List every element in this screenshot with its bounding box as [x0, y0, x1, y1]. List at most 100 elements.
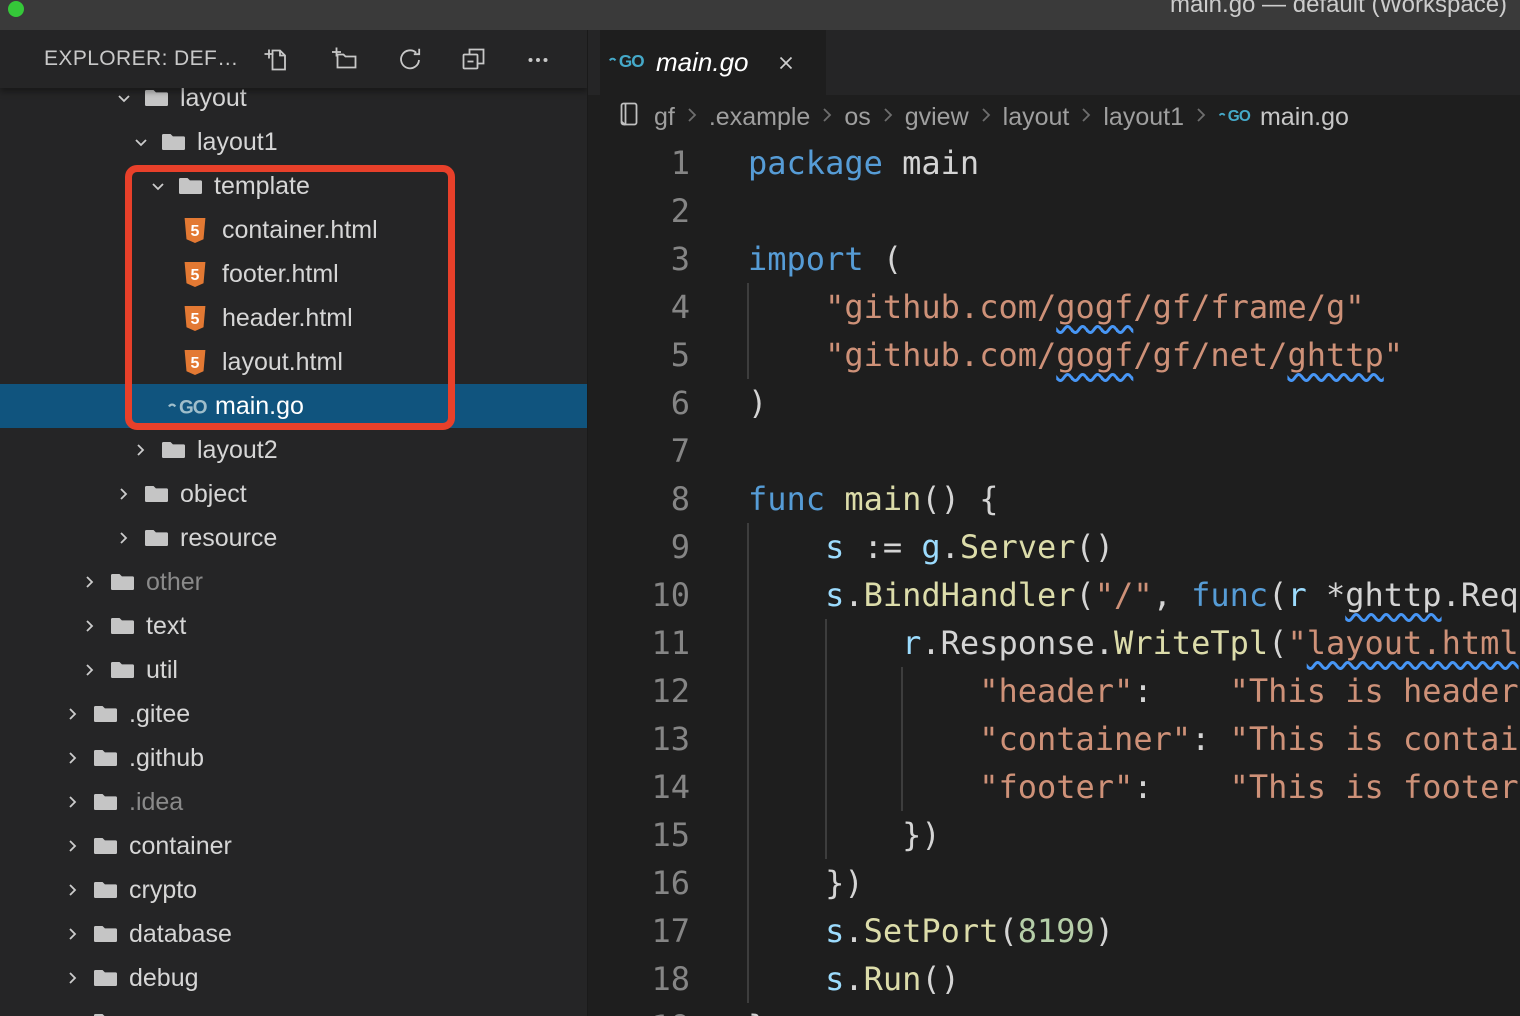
line-number[interactable]: 12 [588, 667, 690, 715]
chevron-right-icon[interactable] [63, 968, 83, 988]
code-line: 8func main() { [588, 475, 1520, 523]
line-number[interactable]: 17 [588, 907, 690, 955]
tree-item-partial[interactable] [0, 1000, 588, 1016]
code-line: 13 "container": "This is container", [588, 715, 1520, 763]
tree-item-.idea[interactable]: .idea [0, 780, 588, 824]
window-control-green[interactable] [8, 1, 24, 17]
line-number[interactable]: 14 [588, 763, 690, 811]
tree-item-container[interactable]: container [0, 824, 588, 868]
tree-item-database[interactable]: database [0, 912, 588, 956]
folder-icon [144, 88, 168, 108]
code-line-text: s.BindHandler("/", func(r *ghttp.Request… [748, 571, 1520, 619]
tree-item-crypto[interactable]: crypto [0, 868, 588, 912]
line-number[interactable]: 19 [588, 1003, 690, 1016]
code-line: 19} [588, 1003, 1520, 1016]
tree-item-label: .github [129, 744, 204, 773]
new-folder-icon[interactable] [330, 45, 358, 73]
breadcrumb-file-icon [618, 101, 640, 133]
chevron-right-icon[interactable] [63, 836, 83, 856]
chevron-right-icon[interactable] [80, 660, 100, 680]
tree-item-text[interactable]: text [0, 604, 588, 648]
line-number[interactable]: 1 [588, 139, 690, 187]
breadcrumb-item-main.go[interactable]: main.go [1260, 103, 1349, 132]
breadcrumb-item-.example[interactable]: .example [709, 103, 810, 132]
tree-item-layout1[interactable]: layout1 [0, 120, 588, 164]
folder-icon [110, 616, 134, 636]
tree-item-label: util [146, 656, 178, 685]
new-file-icon[interactable] [262, 45, 290, 73]
chevron-right-icon[interactable] [131, 440, 151, 460]
chevron-right-icon[interactable] [63, 792, 83, 812]
chevron-right-icon[interactable] [63, 748, 83, 768]
tree-item-debug[interactable]: debug [0, 956, 588, 1000]
chevron-down-icon[interactable] [114, 88, 134, 108]
breadcrumb-item-gf[interactable]: gf [654, 103, 675, 132]
tree-item-object[interactable]: object [0, 472, 588, 516]
tree-item-label: text [146, 612, 186, 641]
explorer-sidebar: layoutlayout1template5container.html5foo… [0, 30, 588, 1016]
chevron-right-icon[interactable] [80, 572, 100, 592]
code-editor[interactable]: 1package main23import (4 "github.com/gog… [588, 139, 1520, 1016]
code-line-text: import ( [748, 235, 902, 283]
line-number[interactable]: 6 [588, 379, 690, 427]
chevron-right-icon [978, 105, 994, 130]
breadcrumb-item-layout[interactable]: layout [1003, 103, 1070, 132]
code-line-text: } [748, 1003, 767, 1016]
breadcrumb-item-gview[interactable]: gview [905, 103, 969, 132]
chevron-right-icon[interactable] [63, 704, 83, 724]
chevron-right-icon[interactable] [63, 924, 83, 944]
code-line: 7 [588, 427, 1520, 475]
line-number[interactable]: 4 [588, 283, 690, 331]
chevron-right-icon [819, 105, 835, 130]
code-line: 10 s.BindHandler("/", func(r *ghttp.Requ… [588, 571, 1520, 619]
code-line-text: }) [748, 811, 941, 859]
line-number[interactable]: 5 [588, 331, 690, 379]
folder-icon [110, 660, 134, 680]
tree-item-layout2[interactable]: layout2 [0, 428, 588, 472]
close-icon[interactable] [775, 52, 797, 74]
chevron-right-icon[interactable] [114, 528, 134, 548]
line-number[interactable]: 10 [588, 571, 690, 619]
code-line: 4 "github.com/gogf/gf/frame/g" [588, 283, 1520, 331]
tree-item-other[interactable]: other [0, 560, 588, 604]
tree-item-resource[interactable]: resource [0, 516, 588, 560]
chevron-right-icon[interactable] [63, 880, 83, 900]
line-number[interactable]: 3 [588, 235, 690, 283]
line-number[interactable]: 7 [588, 427, 690, 475]
line-number[interactable]: 8 [588, 475, 690, 523]
chevron-down-icon[interactable] [131, 132, 151, 152]
line-number[interactable]: 11 [588, 619, 690, 667]
breadcrumb-item-layout1[interactable]: layout1 [1103, 103, 1184, 132]
tab-main-go[interactable]: GO main.go [600, 30, 826, 95]
tree-item-.gitee[interactable]: .gitee [0, 692, 588, 736]
breadcrumbs: gf .example os gview layout layout1 GO main.go [588, 95, 1520, 139]
code-line: 12 "header": "This is header", [588, 667, 1520, 715]
line-number[interactable]: 16 [588, 859, 690, 907]
line-number[interactable]: 2 [588, 187, 690, 235]
tree-item-.github[interactable]: .github [0, 736, 588, 780]
code-line-text: s.Run() [748, 955, 960, 1003]
code-line-text: "github.com/gogf/gf/net/ghttp" [748, 331, 1403, 379]
folder-icon [144, 528, 168, 548]
tree-item-label: debug [129, 964, 199, 993]
line-number[interactable]: 13 [588, 715, 690, 763]
collapse-folders-icon[interactable] [460, 45, 488, 73]
code-line: 9 s := g.Server() [588, 523, 1520, 571]
tree-item-label: object [180, 480, 247, 509]
code-line-text: ) [748, 379, 767, 427]
code-line-text: "footer": "This is footer", [748, 763, 1520, 811]
line-number[interactable]: 9 [588, 523, 690, 571]
tree-item-util[interactable]: util [0, 648, 588, 692]
chevron-right-icon[interactable] [114, 484, 134, 504]
go-icon: GO [1218, 106, 1252, 129]
breadcrumb-item-os[interactable]: os [844, 103, 870, 132]
svg-text:GO: GO [1228, 108, 1251, 124]
line-number[interactable]: 15 [588, 811, 690, 859]
tree-item-label: .idea [129, 788, 183, 817]
more-actions-icon[interactable] [524, 45, 552, 73]
refresh-icon[interactable] [396, 45, 424, 73]
chevron-right-icon[interactable] [80, 616, 100, 636]
folder-icon [93, 704, 117, 724]
line-number[interactable]: 18 [588, 955, 690, 1003]
chevron-right-icon[interactable] [63, 1012, 83, 1016]
